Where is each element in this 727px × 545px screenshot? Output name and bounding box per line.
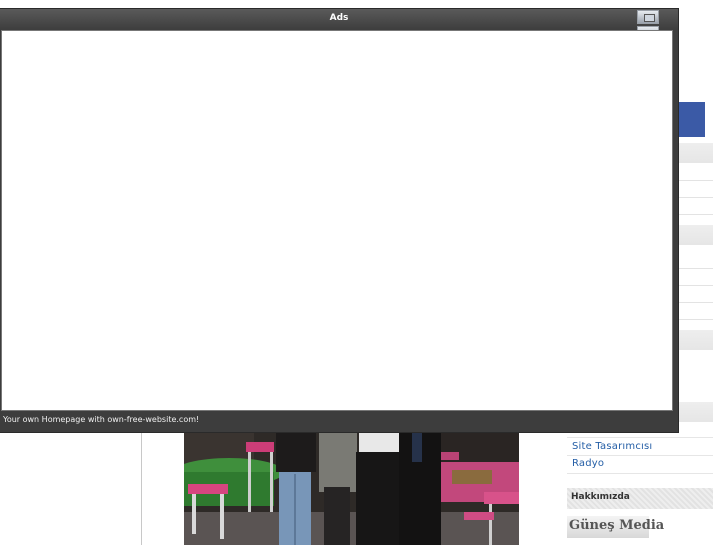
sidebar-divider (678, 268, 713, 269)
sidebar-section-header (678, 402, 713, 422)
ads-footer-text[interactable]: Your own Homepage with own-free-website.… (3, 415, 199, 424)
ads-content-frame[interactable] (1, 30, 673, 411)
ads-titlebar[interactable]: Ads (0, 9, 678, 30)
sidebar-divider (567, 437, 713, 438)
maximize-button[interactable] (637, 10, 659, 24)
ads-popup-window[interactable]: Ads x Your own Homepage with own-free-we… (0, 9, 678, 432)
sidebar-divider (567, 455, 713, 456)
brand-logo[interactable]: Güneş Media (567, 516, 664, 538)
sidebar-divider (678, 180, 713, 181)
about-heading-bar: Hakkımızda (567, 488, 713, 509)
ads-title: Ads (329, 13, 349, 23)
sidebar-section-header (678, 143, 713, 163)
sidebar-divider (678, 319, 713, 320)
sidebar-divider (567, 473, 713, 474)
group-photo (184, 432, 519, 545)
sidebar-section-header (678, 225, 713, 245)
sidebar-section-header (678, 330, 713, 350)
brand-name: Güneş Media (569, 518, 665, 533)
sidebar-banner[interactable] (678, 102, 705, 137)
about-heading: Hakkımızda (571, 492, 630, 502)
sidebar-divider (678, 214, 713, 215)
sidebar-divider (678, 302, 713, 303)
window-maximize-icon (644, 14, 655, 22)
sidebar-link-radio[interactable]: Radyo (572, 458, 604, 469)
sidebar-divider (678, 197, 713, 198)
sidebar-divider (678, 285, 713, 286)
sidebar-link-site-designer[interactable]: Site Tasarımcısı (572, 441, 652, 452)
